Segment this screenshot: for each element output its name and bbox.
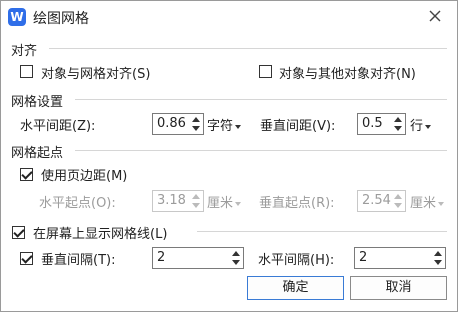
horizontal-spacing-stepper[interactable]: 0.86 (152, 113, 204, 135)
use-margins-label[interactable]: 使用页边距(M) (41, 165, 127, 184)
horizontal-origin-stepper[interactable]: 3.18 (152, 190, 204, 212)
vertical-every-spin-arrows[interactable] (230, 249, 242, 267)
align-separator (49, 48, 447, 49)
snap-to-objects-label[interactable]: 对象与其他对象对齐(N) (279, 63, 416, 82)
align-section-label: 对齐 (11, 44, 38, 59)
vertical-origin-unit[interactable]: 厘米 (410, 196, 436, 211)
chevron-down-icon (235, 201, 242, 206)
vertical-every-value[interactable]: 2 (157, 250, 165, 265)
vertical-every-stepper[interactable]: 2 (152, 247, 244, 269)
gridlines-separator (197, 231, 447, 232)
horizontal-origin-label: 水平起点(O): (39, 196, 116, 211)
snap-to-grid-checkbox[interactable] (20, 65, 33, 78)
snap-to-objects-checkbox[interactable] (259, 65, 272, 78)
horizontal-origin-unit[interactable]: 厘米 (207, 196, 233, 211)
vertical-every-checkbox[interactable] (20, 252, 33, 265)
vertical-spacing-label: 垂直间距(V): (260, 119, 336, 134)
show-gridlines-checkbox[interactable] (12, 226, 25, 239)
horizontal-origin-unit-dropdown[interactable]: 厘米 (207, 192, 242, 211)
vertical-spacing-unit[interactable]: 行 (410, 119, 423, 134)
wps-app-icon: W (8, 8, 26, 26)
vertical-spacing-value[interactable]: 0.5 (362, 116, 383, 131)
grid-settings-separator (75, 99, 447, 100)
vertical-spacing-unit-dropdown[interactable]: 行 (410, 115, 432, 134)
horizontal-spacing-label: 水平间距(Z): (20, 119, 96, 134)
show-gridlines-label[interactable]: 在屏幕上显示网格线(L) (33, 223, 167, 242)
grid-origin-separator (75, 150, 447, 151)
snap-to-grid-label[interactable]: 对象与网格对齐(S) (41, 63, 150, 82)
horizontal-spacing-spin-arrows[interactable] (190, 115, 202, 133)
ok-button[interactable]: 确定 (247, 276, 344, 300)
close-button[interactable] (425, 6, 445, 26)
grid-settings-section-label: 网格设置 (11, 95, 64, 110)
horizontal-every-stepper[interactable]: 2 (354, 247, 446, 269)
horizontal-spacing-value[interactable]: 0.86 (157, 116, 186, 131)
drawing-grid-dialog: W 绘图网格 对齐 对象与网格对齐(S) 对象与其他对象对齐(N) 网格设置 水… (0, 0, 458, 312)
vertical-spacing-spin-arrows[interactable] (392, 115, 404, 133)
horizontal-every-value[interactable]: 2 (359, 250, 367, 265)
vertical-every-label[interactable]: 垂直间隔(T): (41, 249, 115, 268)
horizontal-spacing-unit[interactable]: 字符 (207, 119, 233, 134)
vertical-origin-unit-dropdown[interactable]: 厘米 (410, 192, 445, 211)
grid-origin-section-label: 网格起点 (11, 146, 64, 161)
horizontal-origin-value[interactable]: 3.18 (157, 193, 186, 208)
vertical-origin-label: 垂直起点(R): (259, 196, 335, 211)
vertical-origin-stepper[interactable]: 2.54 (357, 190, 406, 212)
dialog-title: 绘图网格 (33, 11, 89, 27)
chevron-down-icon (235, 124, 242, 129)
horizontal-every-spin-arrows[interactable] (432, 249, 444, 267)
title-bar: W 绘图网格 (1, 1, 457, 33)
horizontal-origin-spin-arrows[interactable] (190, 192, 202, 210)
vertical-origin-spin-arrows[interactable] (392, 192, 404, 210)
close-icon (429, 10, 441, 22)
horizontal-spacing-unit-dropdown[interactable]: 字符 (207, 115, 242, 134)
vertical-origin-value[interactable]: 2.54 (362, 193, 391, 208)
cancel-button[interactable]: 取消 (350, 276, 447, 300)
horizontal-every-label: 水平间隔(H): (258, 253, 335, 268)
vertical-spacing-stepper[interactable]: 0.5 (357, 113, 406, 135)
chevron-down-icon (425, 124, 432, 129)
use-margins-checkbox[interactable] (20, 168, 33, 181)
chevron-down-icon (438, 201, 445, 206)
